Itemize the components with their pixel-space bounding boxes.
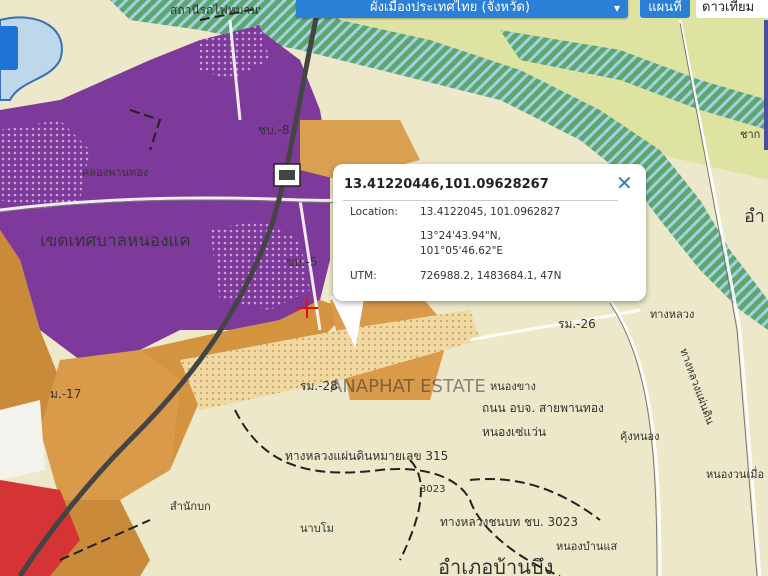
map-label-phanthong-road: ทางหลวง <box>650 308 694 321</box>
popup-divider <box>343 200 618 201</box>
coordinate-popup: 13.41220446,101.09628267 ✕ Location: 13.… <box>333 164 646 301</box>
map-label-samnak: สำนักบก <box>170 500 211 513</box>
utm-label: UTM: <box>350 270 377 282</box>
map-label-top-station: สถานีรถไฟหมาน <box>170 3 259 17</box>
map-label-chak: ชาก <box>740 128 760 141</box>
map-label-hwy315: ทางหลวงแผ่นดินหมายเลข 315 <box>285 449 448 463</box>
map-label-nongchang: หนองขาง <box>490 380 536 393</box>
close-icon[interactable]: ✕ <box>616 172 633 194</box>
dms-latitude: 13°24'43.94"N, <box>420 230 501 242</box>
layer-select-label: ผังเมืองประเทศไทย (จังหวัด) <box>370 0 530 15</box>
map-label-rom26: รม.-26 <box>558 317 596 331</box>
satellite-view-button[interactable]: ดาวเทียม <box>696 0 768 18</box>
location-value: 13.4122045, 101.0962827 <box>420 206 561 218</box>
map-label-sopo8: ชบ.-8 <box>258 123 290 137</box>
map-label-ngu17: ม.-17 <box>50 387 81 401</box>
map-label-nabo: นาบโม <box>300 521 334 535</box>
map-watermark: ANAPHAT ESTATE <box>330 376 486 397</box>
map-label-road-obj: ถนน อบจ. สายพานทอง <box>482 401 604 415</box>
side-panel-toggle[interactable] <box>0 26 18 70</box>
map-view-button[interactable]: แผนที่ <box>640 0 690 18</box>
chevron-down-icon: ▾ <box>613 1 620 15</box>
white-zone <box>0 400 45 480</box>
map-label-district: เขตเทศบาลหนองแค <box>40 231 191 251</box>
location-label: Location: <box>350 206 398 218</box>
map-label-sopo5: ชบ.-5 <box>286 255 318 269</box>
popup-title: 13.41220446,101.09628267 <box>344 177 549 192</box>
map-label-nong-bottom: หนองบำนแส <box>556 540 618 553</box>
utm-value: 726988.2, 1483684.1, 47N <box>420 270 562 282</box>
dms-longitude: 101°05'46.62"E <box>420 245 504 257</box>
map-label-nong-saewan: หนองเซ่แว่น <box>482 425 546 439</box>
right-panel-edge <box>764 20 768 150</box>
map-label-3023: 3023 <box>420 484 445 495</box>
map-label-khlong: คลองพานทอง <box>82 166 148 179</box>
map-label-mueang-right: อำ <box>744 206 765 227</box>
map-label-nong-right: หนองวนเมื่อ <box>706 466 764 481</box>
map-label-road3023: ทางหลวงชนบท ชบ. 3023 <box>440 515 578 529</box>
map-label-district-bottom: อำเภอบ้านบึง <box>438 555 553 576</box>
map-label-khung-nong: คุ้งหนอง <box>620 430 659 443</box>
layer-select-dropdown[interactable]: ผังเมืองประเทศไทย (จังหวัด) ▾ <box>296 0 628 18</box>
